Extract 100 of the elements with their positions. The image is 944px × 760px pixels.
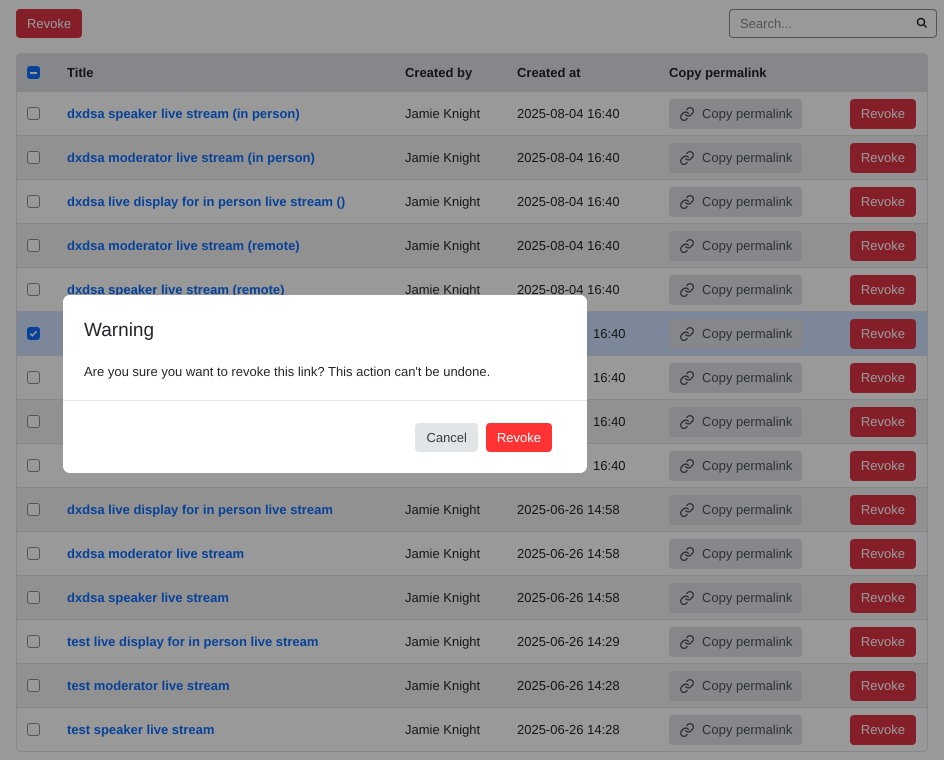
title-link[interactable]: dxdsa speaker live stream (remote)	[67, 282, 284, 297]
revoke-button[interactable]: Revoke	[850, 142, 916, 172]
revoke-button[interactable]: Revoke	[850, 230, 916, 260]
checkbox[interactable]	[27, 107, 40, 120]
table-cell: 2025-06-26 14:58	[517, 546, 620, 561]
revoke-button[interactable]: Revoke	[850, 670, 916, 700]
link-icon	[679, 458, 695, 474]
copy-permalink-button[interactable]: Copy permalink	[669, 450, 802, 480]
link-icon	[679, 634, 695, 650]
column-header: Title	[67, 64, 94, 80]
link-icon	[679, 238, 695, 254]
revoke-button[interactable]: Revoke	[850, 406, 916, 436]
link-icon	[679, 370, 695, 386]
link-icon	[679, 326, 695, 342]
table-cell: Jamie Knight	[405, 678, 480, 693]
table-cell: Jamie Knight	[405, 194, 480, 209]
checkbox[interactable]	[27, 66, 40, 79]
copy-permalink-button[interactable]: Copy permalink	[669, 362, 802, 392]
table-cell: 2025-06-26 14:28	[517, 678, 620, 693]
table-cell: Jamie Knight	[405, 590, 480, 605]
copy-permalink-button[interactable]: Copy permalink	[669, 406, 802, 436]
copy-permalink-button[interactable]: Copy permalink	[669, 318, 802, 348]
revoke-button[interactable]: Revoke	[850, 318, 916, 348]
title-link[interactable]: test live display for in person live stream	[67, 634, 318, 649]
table-cell: Jamie Knight	[405, 106, 480, 121]
revoke-button[interactable]: Revoke	[850, 362, 916, 392]
link-icon	[679, 590, 695, 606]
table-cell: 2025-08-04 16:40	[517, 106, 620, 121]
title-link[interactable]: dxdsa moderator live stream	[67, 546, 244, 561]
revoke-button[interactable]: Revoke	[850, 626, 916, 656]
revoke-button[interactable]: Revoke	[850, 714, 916, 744]
table-cell: Jamie Knight	[405, 634, 480, 649]
copy-permalink-button[interactable]: Copy permalink	[669, 230, 802, 260]
copy-permalink-button[interactable]: Copy permalink	[669, 98, 802, 128]
link-icon	[679, 106, 695, 122]
column-header: Created at	[517, 64, 581, 80]
title-link[interactable]: test moderator live stream	[67, 678, 230, 693]
copy-permalink-button[interactable]: Copy permalink	[669, 274, 802, 304]
copy-permalink-button[interactable]: Copy permalink	[669, 582, 802, 612]
table-cell: 2025-06-26 14:29	[517, 634, 620, 649]
revoke-button[interactable]: Revoke	[850, 274, 916, 304]
table-cell: 16:40	[593, 370, 626, 385]
checkbox[interactable]	[27, 415, 40, 428]
cancel-button[interactable]: Cancel	[415, 423, 478, 452]
checkbox[interactable]	[27, 283, 40, 296]
revoke-button[interactable]: Revoke	[850, 582, 916, 612]
title-link[interactable]: dxdsa live display for in person live stream ()	[67, 194, 346, 209]
checkbox[interactable]	[27, 327, 40, 340]
copy-permalink-button[interactable]: Copy permalink	[669, 494, 802, 524]
copy-permalink-button[interactable]: Copy permalink	[669, 626, 802, 656]
table-cell: 2025-08-04 16:40	[517, 194, 620, 209]
link-icon	[679, 678, 695, 694]
table-cell: 16:40	[593, 326, 626, 341]
revoke-button[interactable]: Revoke	[850, 538, 916, 568]
copy-permalink-button[interactable]: Copy permalink	[669, 538, 802, 568]
search-field[interactable]: Search...	[729, 9, 937, 38]
checkbox[interactable]	[27, 503, 40, 516]
title-link[interactable]: test speaker live stream	[67, 722, 214, 737]
copy-permalink-button[interactable]: Copy permalink	[669, 714, 802, 744]
title-link[interactable]: dxdsa moderator live stream (in person)	[67, 150, 315, 165]
checkbox[interactable]	[27, 723, 40, 736]
table-cell: 2025-06-26 14:58	[517, 590, 620, 605]
dialog-message: Are you sure you want to revoke this link? This action can't be undone.	[84, 362, 492, 381]
table-cell: 2025-08-04 16:40	[517, 150, 620, 165]
title-link[interactable]: dxdsa live display for in person live stream	[67, 502, 333, 517]
revoke-button[interactable]: Revoke	[850, 186, 916, 216]
revoke-button[interactable]: Revoke	[850, 98, 916, 128]
revoke-button[interactable]: Revoke	[850, 494, 916, 524]
link-icon	[679, 722, 695, 738]
column-header: Created by	[405, 64, 472, 80]
link-icon	[679, 194, 695, 210]
copy-permalink-button[interactable]: Copy permalink	[669, 186, 802, 216]
checkbox[interactable]	[27, 679, 40, 692]
checkbox[interactable]	[27, 371, 40, 384]
checkbox[interactable]	[27, 591, 40, 604]
dialog-title: Warning	[84, 319, 156, 343]
table-cell: Jamie Knight	[405, 238, 480, 253]
checkbox[interactable]	[27, 151, 40, 164]
title-link[interactable]: dxdsa speaker live stream (in person)	[67, 106, 300, 121]
link-icon	[679, 414, 695, 430]
title-link[interactable]: dxdsa moderator live stream (remote)	[67, 238, 300, 253]
copy-permalink-button[interactable]: Copy permalink	[669, 142, 802, 172]
table-cell: 16:40	[593, 414, 626, 429]
checkbox[interactable]	[27, 635, 40, 648]
checkbox[interactable]	[27, 547, 40, 560]
table-cell: Jamie Knight	[405, 150, 480, 165]
checkbox[interactable]	[27, 239, 40, 252]
table-cell: Jamie Knight	[405, 502, 480, 517]
copy-permalink-button[interactable]: Copy permalink	[669, 670, 802, 700]
link-icon	[679, 150, 695, 166]
revoke-button[interactable]: Revoke	[16, 9, 82, 38]
revoke-button[interactable]: Revoke	[850, 450, 916, 480]
checkbox[interactable]	[27, 459, 40, 472]
search-icon	[916, 17, 928, 29]
revoke-button[interactable]: Revoke	[486, 423, 552, 452]
title-link[interactable]: dxdsa speaker live stream	[67, 590, 229, 605]
link-icon	[679, 502, 695, 518]
table-cell: 16:40	[593, 458, 626, 473]
column-header: Copy permalink	[669, 64, 767, 80]
checkbox[interactable]	[27, 195, 40, 208]
